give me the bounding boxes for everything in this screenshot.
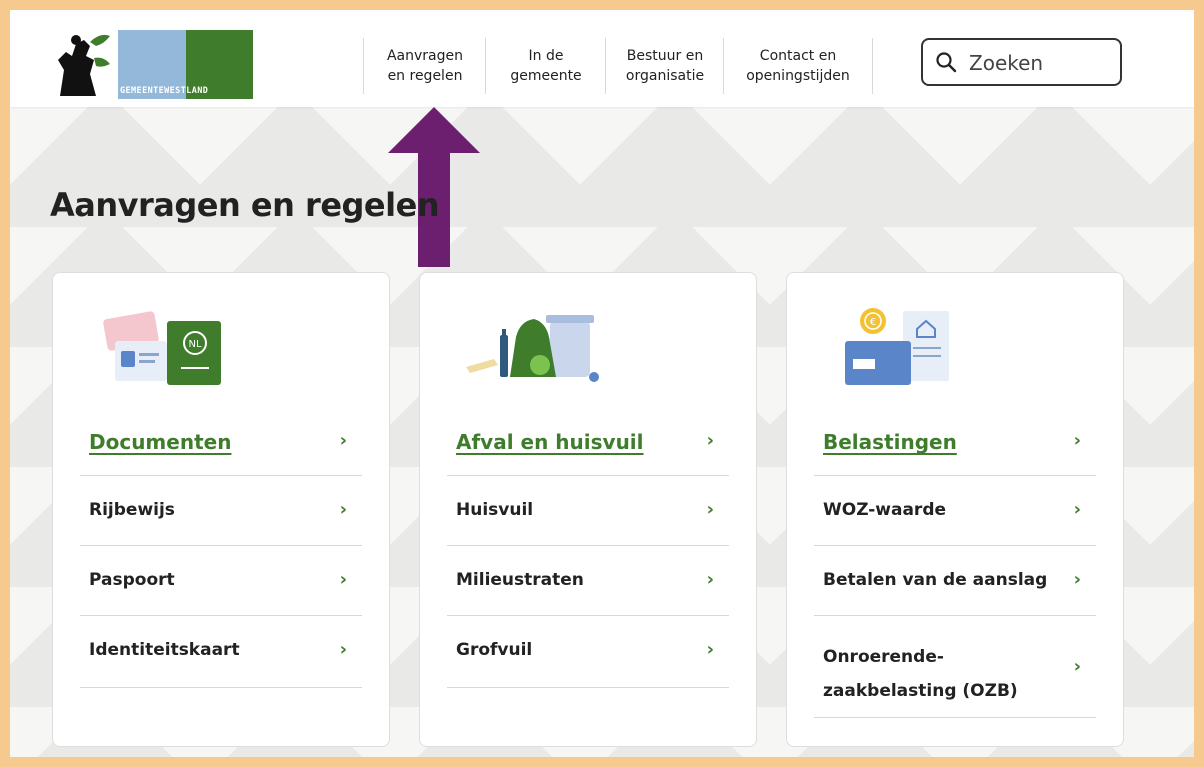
list-item-paspoort[interactable]: Paspoort › bbox=[80, 546, 362, 616]
nav-item-aanvragen[interactable]: Aanvragen en regelen bbox=[363, 38, 486, 94]
card-afval: Afval en huisvuil › Huisvuil › Milieustr… bbox=[419, 272, 757, 747]
nav-item-in-de-gemeente[interactable]: In de gemeente bbox=[485, 38, 606, 94]
chevron-right-icon: › bbox=[1073, 569, 1081, 590]
chevron-right-icon: › bbox=[339, 569, 347, 590]
card-belastingen: € Belastingen › WOZ-waarde › Betalen van… bbox=[786, 272, 1124, 747]
taxes-illustration-icon: € bbox=[845, 308, 949, 385]
list-item-woz-waarde[interactable]: WOZ-waarde › bbox=[814, 476, 1096, 546]
chevron-right-icon: › bbox=[1073, 656, 1081, 677]
list-item-betalen-aanslag[interactable]: Betalen van de aanslag › bbox=[814, 546, 1096, 616]
card-documenten: NL Documenten › Rijbewijs › Paspoort › I… bbox=[52, 272, 390, 747]
search-icon bbox=[936, 52, 957, 73]
nav-item-bestuur[interactable]: Bestuur en organisatie bbox=[605, 38, 724, 94]
chevron-right-icon: › bbox=[706, 430, 714, 451]
list-item-identiteitskaart[interactable]: Identiteitskaart › bbox=[80, 616, 362, 688]
list-item-label: Milieustraten bbox=[456, 570, 584, 590]
documents-illustration-icon: NL bbox=[103, 311, 221, 385]
card-title-link[interactable]: Afval en huisvuil › bbox=[447, 418, 729, 476]
chevron-right-icon: › bbox=[339, 499, 347, 520]
svg-text:NL: NL bbox=[188, 339, 201, 350]
list-item-label: Identiteitskaart bbox=[89, 640, 240, 660]
search-input[interactable] bbox=[967, 48, 1116, 78]
waste-illustration-icon bbox=[466, 315, 599, 382]
logo-figure-icon bbox=[50, 30, 118, 99]
screenshot-frame: GEMEENTEWESTLAND Aanvragen en regelen In… bbox=[10, 10, 1194, 757]
chevron-right-icon: › bbox=[1073, 499, 1081, 520]
list-item-label: WOZ-waarde bbox=[823, 500, 947, 520]
chevron-right-icon: › bbox=[706, 499, 714, 520]
list-item-label: Betalen van de aanslag bbox=[823, 570, 1048, 590]
card-title-link[interactable]: Belastingen › bbox=[814, 418, 1096, 476]
page-title: Aanvragen en regelen bbox=[50, 186, 440, 224]
logo-wordmark: GEMEENTEWESTLAND bbox=[120, 86, 209, 96]
list-item-label: Paspoort bbox=[89, 570, 175, 590]
card-title-documenten: Documenten bbox=[89, 430, 232, 454]
card-title-afval: Afval en huisvuil bbox=[456, 430, 644, 454]
chevron-right-icon: › bbox=[706, 639, 714, 660]
chevron-right-icon: › bbox=[339, 430, 347, 451]
search-box[interactable] bbox=[921, 38, 1122, 86]
list-item-milieustraten[interactable]: Milieustraten › bbox=[447, 546, 729, 616]
list-item-label: Rijbewijs bbox=[89, 500, 175, 520]
list-item-label: Onroerende- zaakbelasting (OZB) bbox=[823, 647, 1018, 701]
list-item-label: Huisvuil bbox=[456, 500, 534, 520]
list-item-grofvuil[interactable]: Grofvuil › bbox=[447, 616, 729, 688]
list-item-rijbewijs[interactable]: Rijbewijs › bbox=[80, 476, 362, 546]
list-item-ozb[interactable]: Onroerende- zaakbelasting (OZB) › bbox=[814, 616, 1096, 718]
list-item-label: Grofvuil bbox=[456, 640, 533, 660]
svg-text:€: € bbox=[870, 317, 876, 328]
nav-item-contact[interactable]: Contact en openingstijden bbox=[723, 38, 873, 94]
card-title-link[interactable]: Documenten › bbox=[80, 418, 362, 476]
site-header: GEMEENTEWESTLAND Aanvragen en regelen In… bbox=[10, 10, 1194, 107]
chevron-right-icon: › bbox=[339, 639, 347, 660]
gemeente-westland-logo[interactable]: GEMEENTEWESTLAND bbox=[50, 30, 253, 99]
chevron-right-icon: › bbox=[1073, 430, 1081, 451]
card-title-belastingen: Belastingen bbox=[823, 430, 957, 454]
chevron-right-icon: › bbox=[706, 569, 714, 590]
list-item-huisvuil[interactable]: Huisvuil › bbox=[447, 476, 729, 546]
